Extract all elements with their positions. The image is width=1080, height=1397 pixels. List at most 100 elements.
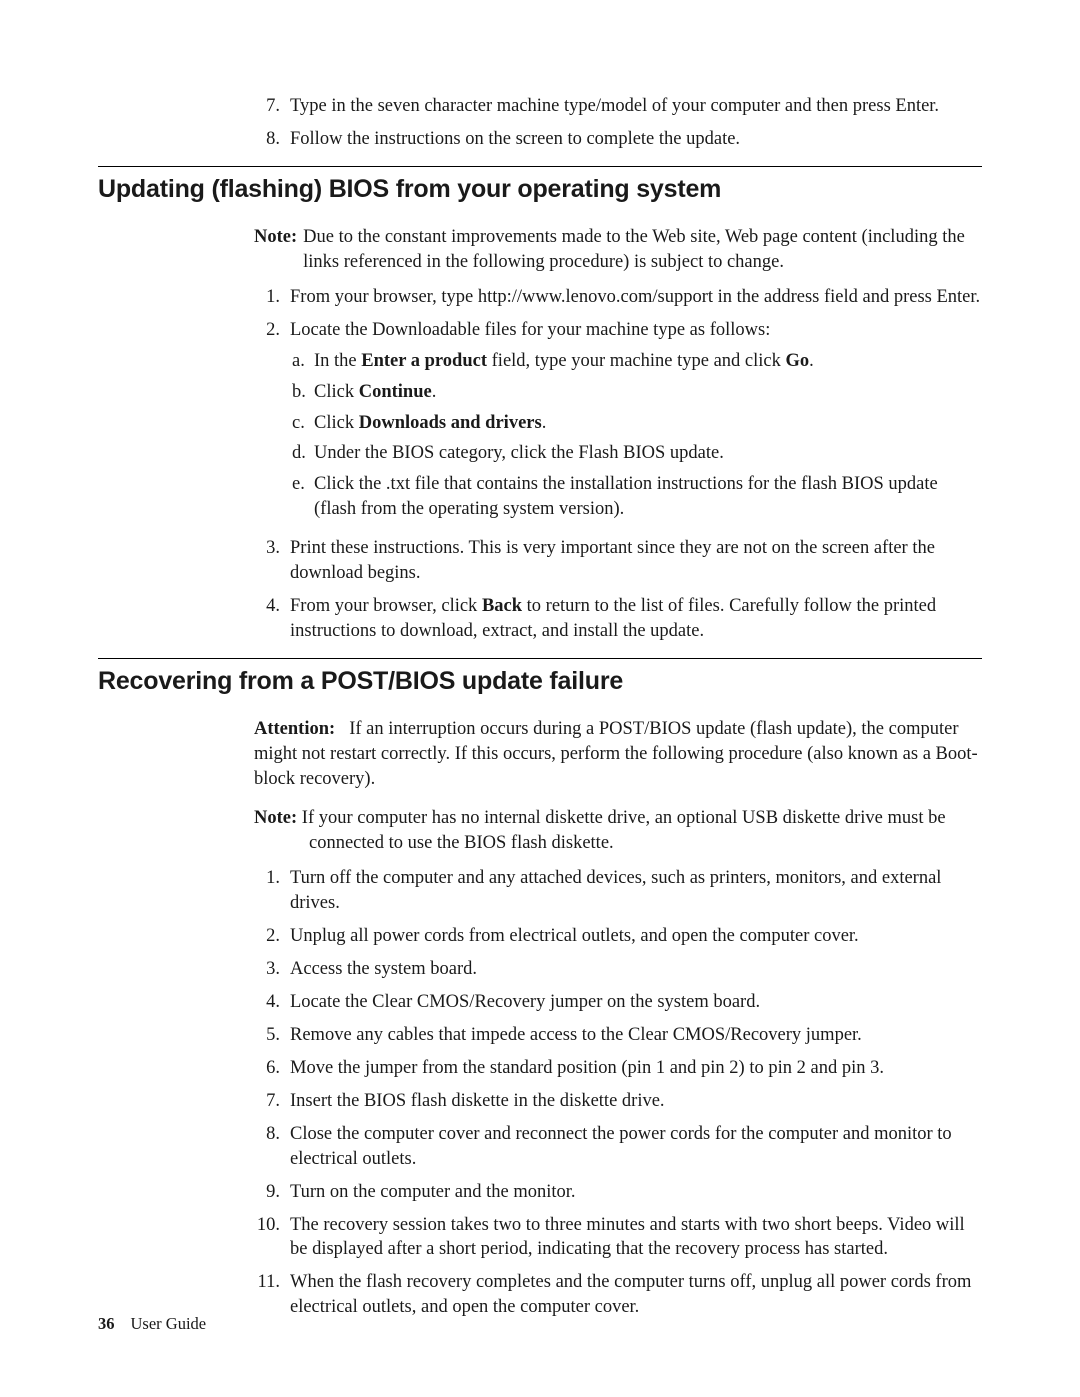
sub-list-item: c. Click Downloads and drivers. — [290, 411, 982, 436]
list-item: 1. From your browser, type http://www.le… — [254, 285, 982, 310]
attention-text: If an interruption occurs during a POST/… — [254, 719, 978, 789]
sub-list-item: a. In the Enter a product field, type yo… — [290, 349, 982, 374]
attention-label: Attention: — [254, 719, 335, 739]
list-marker: 2. — [254, 924, 290, 949]
text-run: Click — [314, 382, 359, 402]
list-marker: 6. — [254, 1056, 290, 1081]
list-item: 10.The recovery session takes two to thr… — [254, 1213, 982, 1263]
list-marker: 4. — [254, 594, 290, 619]
list-text: Insert the BIOS flash diskette in the di… — [290, 1089, 982, 1114]
note-block: Note: Due to the constant improvements m… — [254, 225, 982, 275]
list-text: Locate the Downloadable files for your m… — [290, 318, 982, 529]
note-text: Due to the constant improvements made to… — [303, 225, 982, 275]
sub-marker: c. — [290, 411, 314, 436]
text-run: In the — [314, 351, 361, 371]
list-item: 2.Unplug all power cords from electrical… — [254, 924, 982, 949]
text-run: . — [809, 351, 814, 371]
list-item: 3.Access the system board. — [254, 957, 982, 982]
list-item: 8.Close the computer cover and reconnect… — [254, 1122, 982, 1172]
sub-list-item: b. Click Continue. — [290, 380, 982, 405]
sub-list: a. In the Enter a product field, type yo… — [290, 349, 982, 523]
text-run: field, type your machine type and click — [487, 351, 785, 371]
list-text: From your browser, click Back to return … — [290, 594, 982, 644]
list-marker: 1. — [254, 866, 290, 891]
list-marker: 8. — [254, 127, 290, 152]
page-number: 36 — [98, 1314, 115, 1333]
list-text: Remove any cables that impede access to … — [290, 1023, 982, 1048]
list-marker: 5. — [254, 1023, 290, 1048]
section-heading-updating-bios: Updating (flashing) BIOS from your opera… — [98, 173, 982, 207]
list-marker: 3. — [254, 536, 290, 561]
footer-title: User Guide — [131, 1314, 207, 1333]
sub-text: Under the BIOS category, click the Flash… — [314, 441, 982, 466]
bold-term: Go — [785, 351, 809, 371]
list-text: Turn on the computer and the monitor. — [290, 1180, 982, 1205]
list-item: 11.When the flash recovery completes and… — [254, 1270, 982, 1320]
text-run: . — [542, 413, 547, 433]
note-label: Note: — [254, 225, 297, 250]
list-marker: 9. — [254, 1180, 290, 1205]
list-marker: 7. — [254, 94, 290, 119]
bold-term: Continue — [359, 382, 432, 402]
note-block: Note: If your computer has no internal d… — [309, 806, 982, 856]
list-text: The recovery session takes two to three … — [290, 1213, 982, 1263]
section-body-recovering-bios: Attention:If an interruption occurs duri… — [254, 717, 982, 1320]
list-text: From your browser, type http://www.lenov… — [290, 285, 982, 310]
list-marker: 7. — [254, 1089, 290, 1114]
list-text: Close the computer cover and reconnect t… — [290, 1122, 982, 1172]
list-text: Locate the Clear CMOS/Recovery jumper on… — [290, 990, 982, 1015]
text-run: . — [432, 382, 437, 402]
bold-term: Back — [482, 596, 522, 616]
bold-term: Enter a product — [361, 351, 487, 371]
text-run: Click — [314, 413, 359, 433]
list-text: Move the jumper from the standard positi… — [290, 1056, 982, 1081]
list-item: 2. Locate the Downloadable files for you… — [254, 318, 982, 529]
list-marker: 11. — [254, 1270, 290, 1295]
list-marker: 3. — [254, 957, 290, 982]
bold-term: Downloads and drivers — [359, 413, 542, 433]
list-text: Print these instructions. This is very i… — [290, 536, 982, 586]
prev-section-list-continued: 7. Type in the seven character machine t… — [254, 94, 982, 152]
page-footer: 36 User Guide — [98, 1313, 206, 1335]
sub-marker: a. — [290, 349, 314, 374]
sub-list-item: e. Click the .txt file that contains the… — [290, 472, 982, 522]
list-marker: 1. — [254, 285, 290, 310]
section-heading-recovering-bios: Recovering from a POST/BIOS update failu… — [98, 665, 982, 699]
list-item: 4.Locate the Clear CMOS/Recovery jumper … — [254, 990, 982, 1015]
section-rule — [98, 658, 982, 659]
list-item: 1.Turn off the computer and any attached… — [254, 866, 982, 916]
sub-text: In the Enter a product field, type your … — [314, 349, 982, 374]
sub-list-item: d. Under the BIOS category, click the Fl… — [290, 441, 982, 466]
list-item: 5.Remove any cables that impede access t… — [254, 1023, 982, 1048]
text-run: From your browser, click — [290, 596, 482, 616]
section-body-updating-bios: Note: Due to the constant improvements m… — [254, 225, 982, 645]
list-item: 4. From your browser, click Back to retu… — [254, 594, 982, 644]
sub-text: Click Downloads and drivers. — [314, 411, 982, 436]
list-lead-text: Locate the Downloadable files for your m… — [290, 320, 770, 340]
list-item: 9.Turn on the computer and the monitor. — [254, 1180, 982, 1205]
note-label: Note: — [254, 808, 297, 828]
sub-marker: d. — [290, 441, 314, 466]
list-text: Follow the instructions on the screen to… — [290, 127, 982, 152]
list-text: When the flash recovery completes and th… — [290, 1270, 982, 1320]
list-item: 7. Type in the seven character machine t… — [254, 94, 982, 119]
list-text: Type in the seven character machine type… — [290, 94, 982, 119]
list-text: Turn off the computer and any attached d… — [290, 866, 982, 916]
list-item: 8. Follow the instructions on the screen… — [254, 127, 982, 152]
list-marker: 10. — [254, 1213, 290, 1238]
attention-block: Attention:If an interruption occurs duri… — [254, 717, 982, 792]
sub-marker: e. — [290, 472, 314, 497]
list-text: Access the system board. — [290, 957, 982, 982]
note-text: If your computer has no internal diskett… — [302, 808, 946, 853]
list-item: 3. Print these instructions. This is ver… — [254, 536, 982, 586]
section-rule — [98, 166, 982, 167]
list-text: Unplug all power cords from electrical o… — [290, 924, 982, 949]
list-item: 6.Move the jumper from the standard posi… — [254, 1056, 982, 1081]
sub-marker: b. — [290, 380, 314, 405]
sub-text: Click Continue. — [314, 380, 982, 405]
sub-text: Click the .txt file that contains the in… — [314, 472, 982, 522]
list-marker: 8. — [254, 1122, 290, 1147]
list-item: 7.Insert the BIOS flash diskette in the … — [254, 1089, 982, 1114]
list-marker: 4. — [254, 990, 290, 1015]
list-marker: 2. — [254, 318, 290, 343]
